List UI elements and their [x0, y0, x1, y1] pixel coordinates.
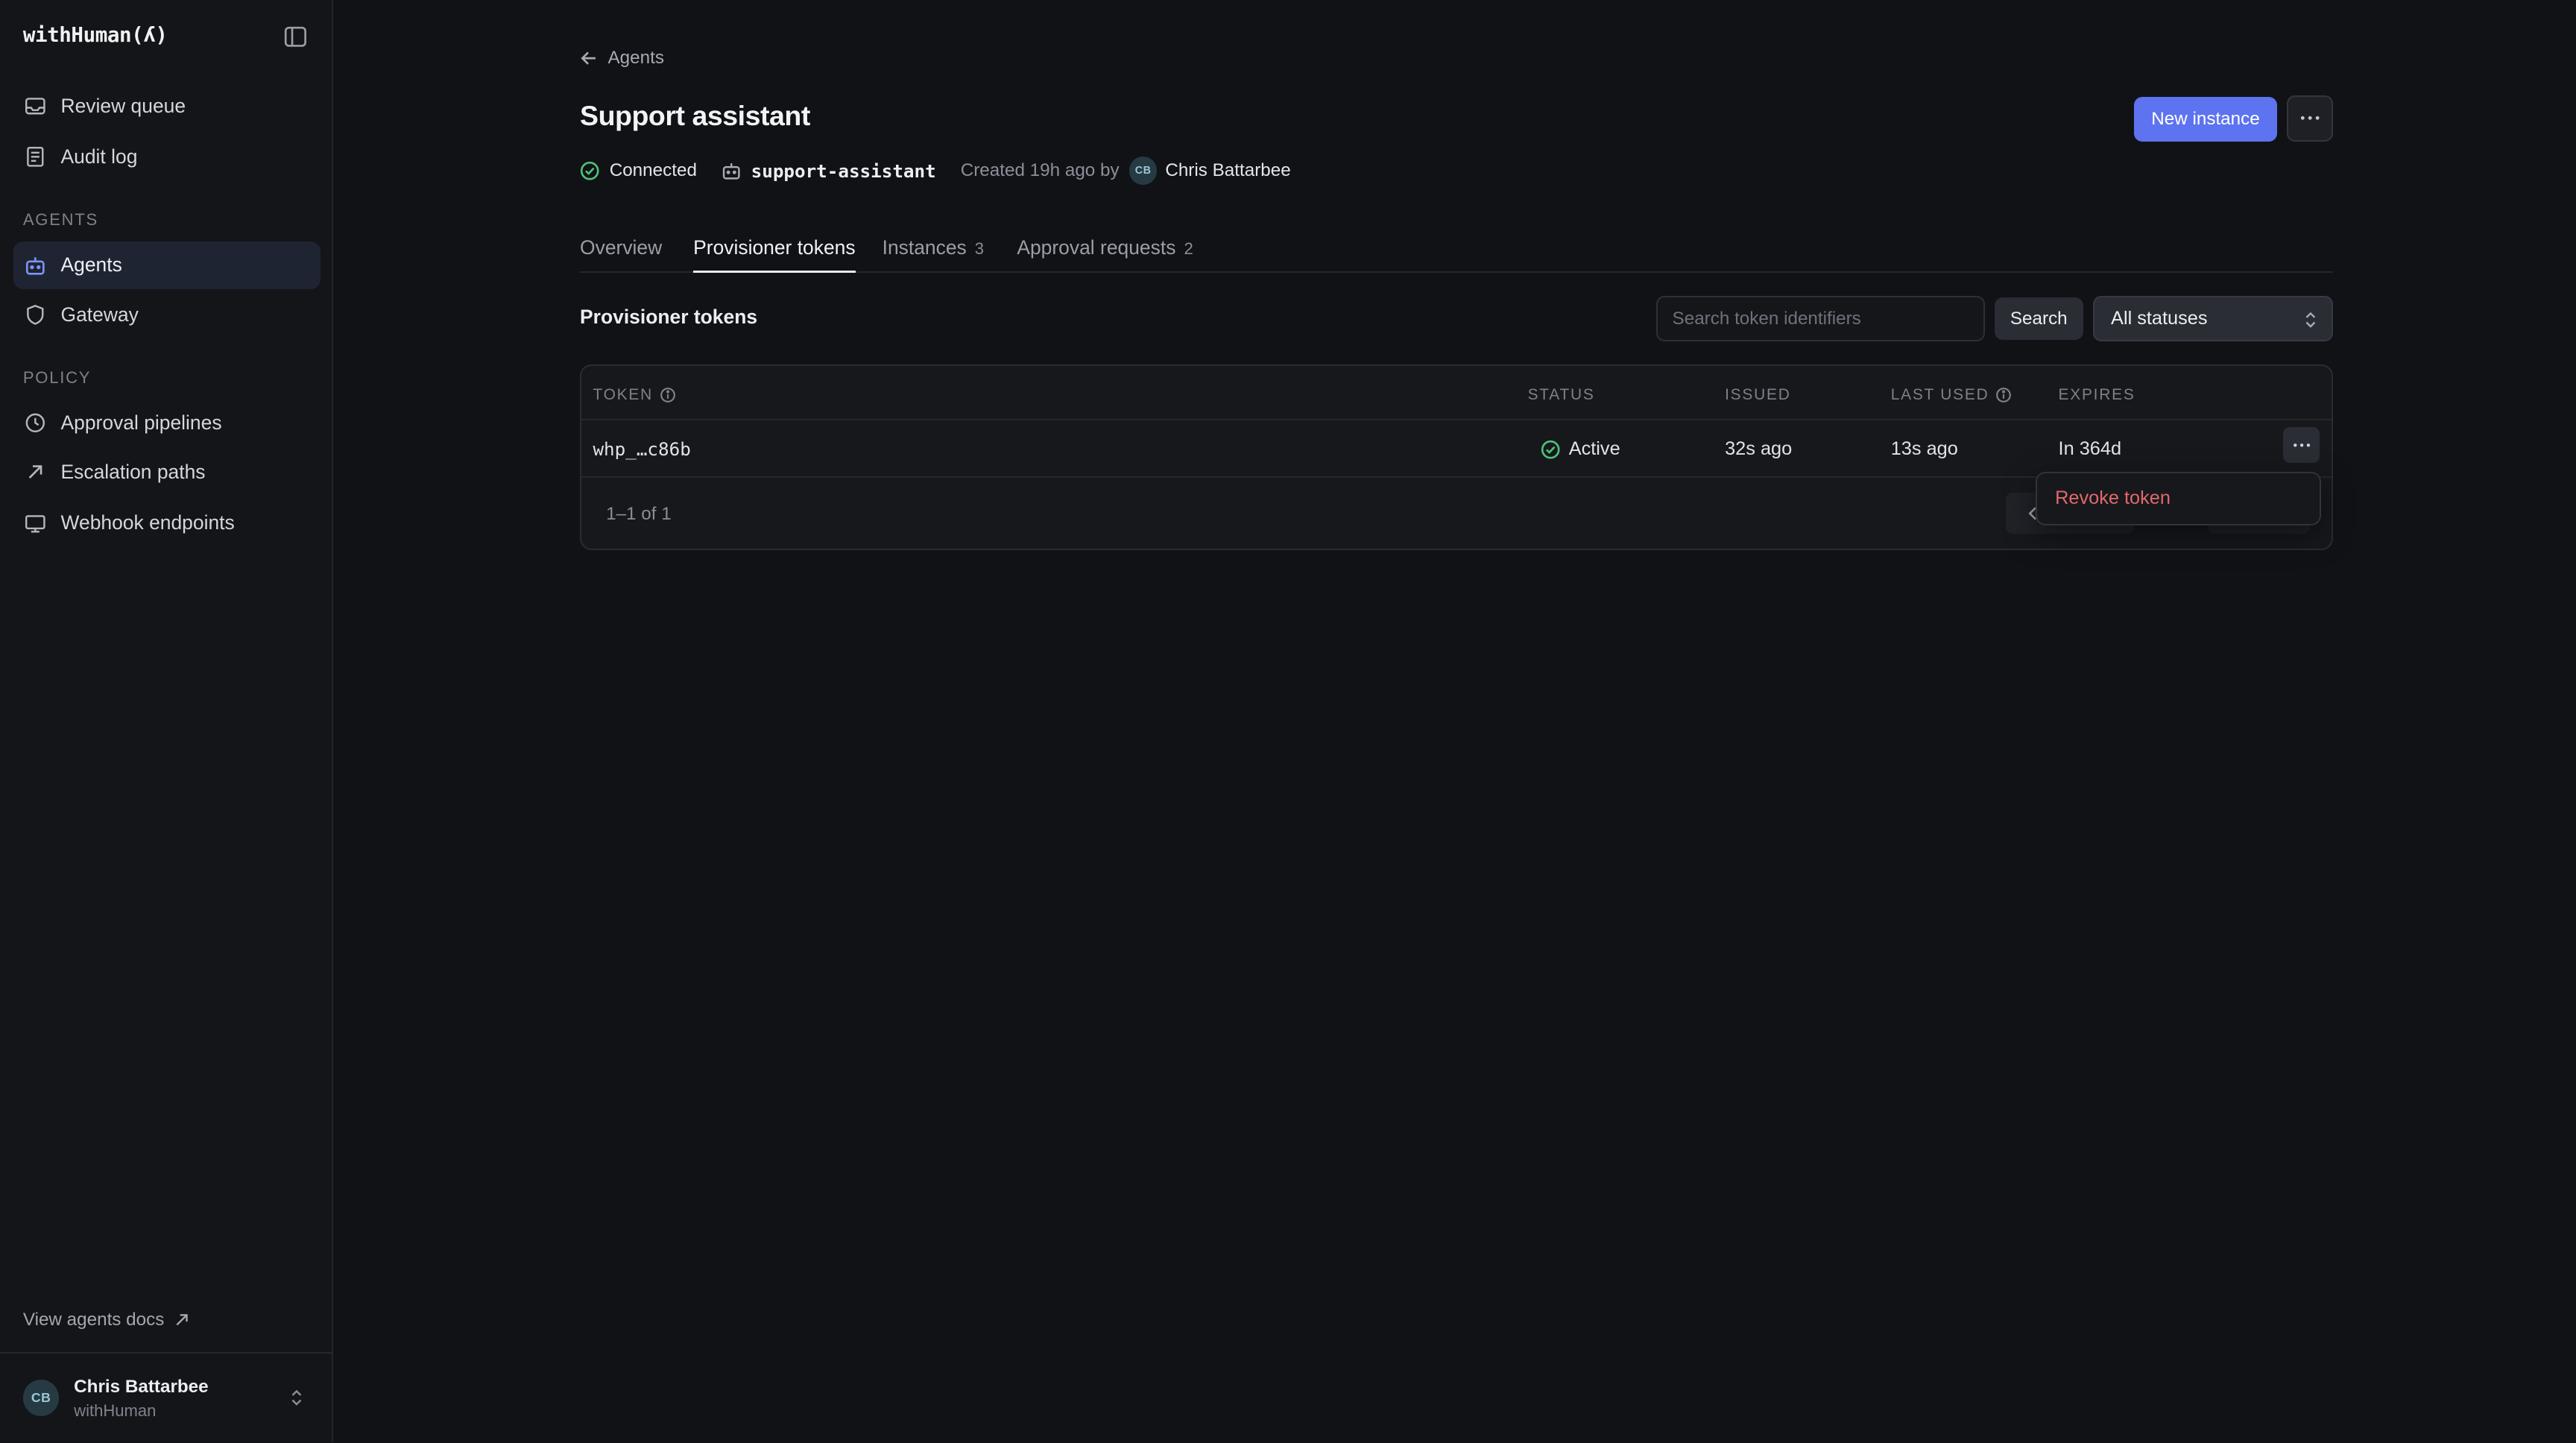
tab-count: 3 — [974, 239, 985, 259]
chevron-up-down-icon — [2305, 312, 2316, 329]
check-circle-icon — [580, 161, 599, 180]
pagination-count: 1–1 of 1 — [606, 504, 672, 525]
column-header-label: LAST USED — [1890, 385, 1989, 403]
app-root: withHuman(ʎ) Review queue Audit log AGEN… — [0, 0, 2576, 1443]
new-instance-button[interactable]: New instance — [2134, 97, 2277, 142]
tab-instances[interactable]: Instances 3 — [883, 236, 984, 272]
tab-bar: Overview Provisioner tokens Instances 3 A… — [580, 232, 2333, 273]
sidebar-item-agents[interactable]: Agents — [13, 241, 321, 289]
tab-provisioner-tokens[interactable]: Provisioner tokens — [693, 236, 856, 273]
column-header-expires: EXPIRES — [2058, 385, 2135, 403]
agent-meta: Connected support-assistant Created 19h … — [580, 156, 1291, 186]
sidebar-item-label: Agents — [60, 253, 122, 277]
check-circle-icon — [1541, 440, 1560, 459]
page-title: Support assistant — [580, 100, 810, 132]
divider — [581, 418, 2332, 420]
arrow-up-right-icon — [28, 465, 42, 479]
token-id: whp_…c86b — [593, 438, 691, 461]
status-filter-select[interactable]: All statuses — [2093, 295, 2333, 342]
status-badge: Active — [1568, 438, 1620, 460]
tab-count: 2 — [1184, 239, 1193, 259]
token-issued: 32s ago — [1725, 438, 1793, 460]
user-name: Chris Battarbee — [74, 1376, 209, 1397]
ellipsis-icon — [2300, 116, 2320, 121]
section-title: Provisioner tokens — [580, 305, 758, 328]
sidebar-item-label: Review queue — [60, 94, 186, 117]
sidebar-item-review-queue[interactable]: Review queue — [13, 82, 321, 130]
sidebar-section-policy: POLICY — [22, 367, 92, 387]
user-menu[interactable]: CB Chris Battarbee withHuman — [0, 1351, 332, 1442]
connection-status-label: Connected — [609, 160, 697, 181]
sidebar-item-label: Audit log — [60, 145, 138, 168]
agent-slug: support-assistant — [722, 160, 936, 182]
inbox-icon — [25, 98, 45, 115]
sidebar-section-agents: AGENTS — [22, 210, 99, 230]
created-info: Created 19h ago by — [960, 160, 1120, 181]
sidebar-item-label: Gateway — [60, 303, 139, 326]
back-to-agents-link[interactable]: Agents — [580, 48, 664, 69]
sidebar-item-gateway[interactable]: Gateway — [13, 291, 321, 338]
more-actions-button[interactable] — [2287, 95, 2333, 142]
tab-overview[interactable]: Overview — [580, 236, 662, 272]
chevron-up-down-icon[interactable] — [289, 1388, 304, 1407]
search-button[interactable]: Search — [1994, 297, 2083, 341]
tab-label: Approval requests — [1017, 236, 1176, 259]
info-icon[interactable] — [1995, 387, 2012, 403]
external-link-icon — [176, 1313, 188, 1326]
token-search-input[interactable] — [1655, 295, 1985, 342]
tab-label: Overview — [580, 236, 663, 259]
creator-name: Chris Battarbee — [1165, 160, 1291, 181]
sidebar-item-label: Approval pipelines — [60, 411, 222, 435]
token-expires: In 364d — [2058, 438, 2122, 460]
agent-slug-label: support-assistant — [751, 160, 936, 182]
document-icon — [27, 147, 44, 167]
sidebar: withHuman(ʎ) Review queue Audit log AGEN… — [0, 0, 334, 1443]
revoke-token-menu-item[interactable]: Revoke token — [2044, 479, 2314, 517]
arrow-left-icon — [581, 51, 596, 65]
tab-label: Provisioner tokens — [693, 236, 856, 259]
user-org: withHuman — [74, 1401, 157, 1420]
shield-icon — [27, 304, 44, 325]
back-link-label: Agents — [607, 47, 664, 68]
column-header-token: TOKEN — [593, 386, 675, 404]
robot-icon — [722, 163, 740, 180]
token-last-used: 13s ago — [1890, 438, 1958, 460]
row-actions-button[interactable] — [2283, 426, 2320, 464]
status-filter-value: All statuses — [2111, 308, 2208, 329]
sidebar-item-approval-pipelines[interactable]: Approval pipelines — [13, 400, 321, 447]
tab-approval-requests[interactable]: Approval requests 2 — [1017, 236, 1193, 272]
ellipsis-icon — [2293, 443, 2310, 447]
column-header-last-used: LAST USED — [1891, 386, 2012, 404]
sidebar-item-escalation-paths[interactable]: Escalation paths — [13, 449, 321, 496]
column-header-status: STATUS — [1527, 385, 1595, 403]
column-header-issued: ISSUED — [1725, 385, 1791, 403]
avatar: CB — [1128, 157, 1158, 185]
column-header-label: TOKEN — [593, 385, 653, 403]
view-agents-docs-link[interactable]: View agents docs — [23, 1310, 189, 1330]
sidebar-toggle-icon[interactable] — [284, 25, 307, 48]
sidebar-item-label: Escalation paths — [60, 461, 206, 484]
sidebar-item-label: Webhook endpoints — [60, 511, 235, 534]
token-status: Active — [1541, 438, 1620, 460]
info-icon[interactable] — [660, 387, 676, 403]
tab-label: Instances — [882, 236, 967, 259]
robot-icon — [26, 256, 45, 275]
sidebar-item-webhook-endpoints[interactable]: Webhook endpoints — [13, 499, 321, 547]
brand-logo[interactable]: withHuman(ʎ) — [23, 23, 168, 47]
sidebar-item-audit-log[interactable]: Audit log — [13, 133, 321, 181]
clock-icon — [25, 413, 45, 433]
connection-status: Connected — [580, 160, 697, 181]
monitor-icon — [25, 514, 45, 533]
docs-link-label: View agents docs — [22, 1309, 165, 1330]
avatar: CB — [22, 1380, 60, 1416]
row-actions-menu: Revoke token — [2035, 471, 2322, 526]
